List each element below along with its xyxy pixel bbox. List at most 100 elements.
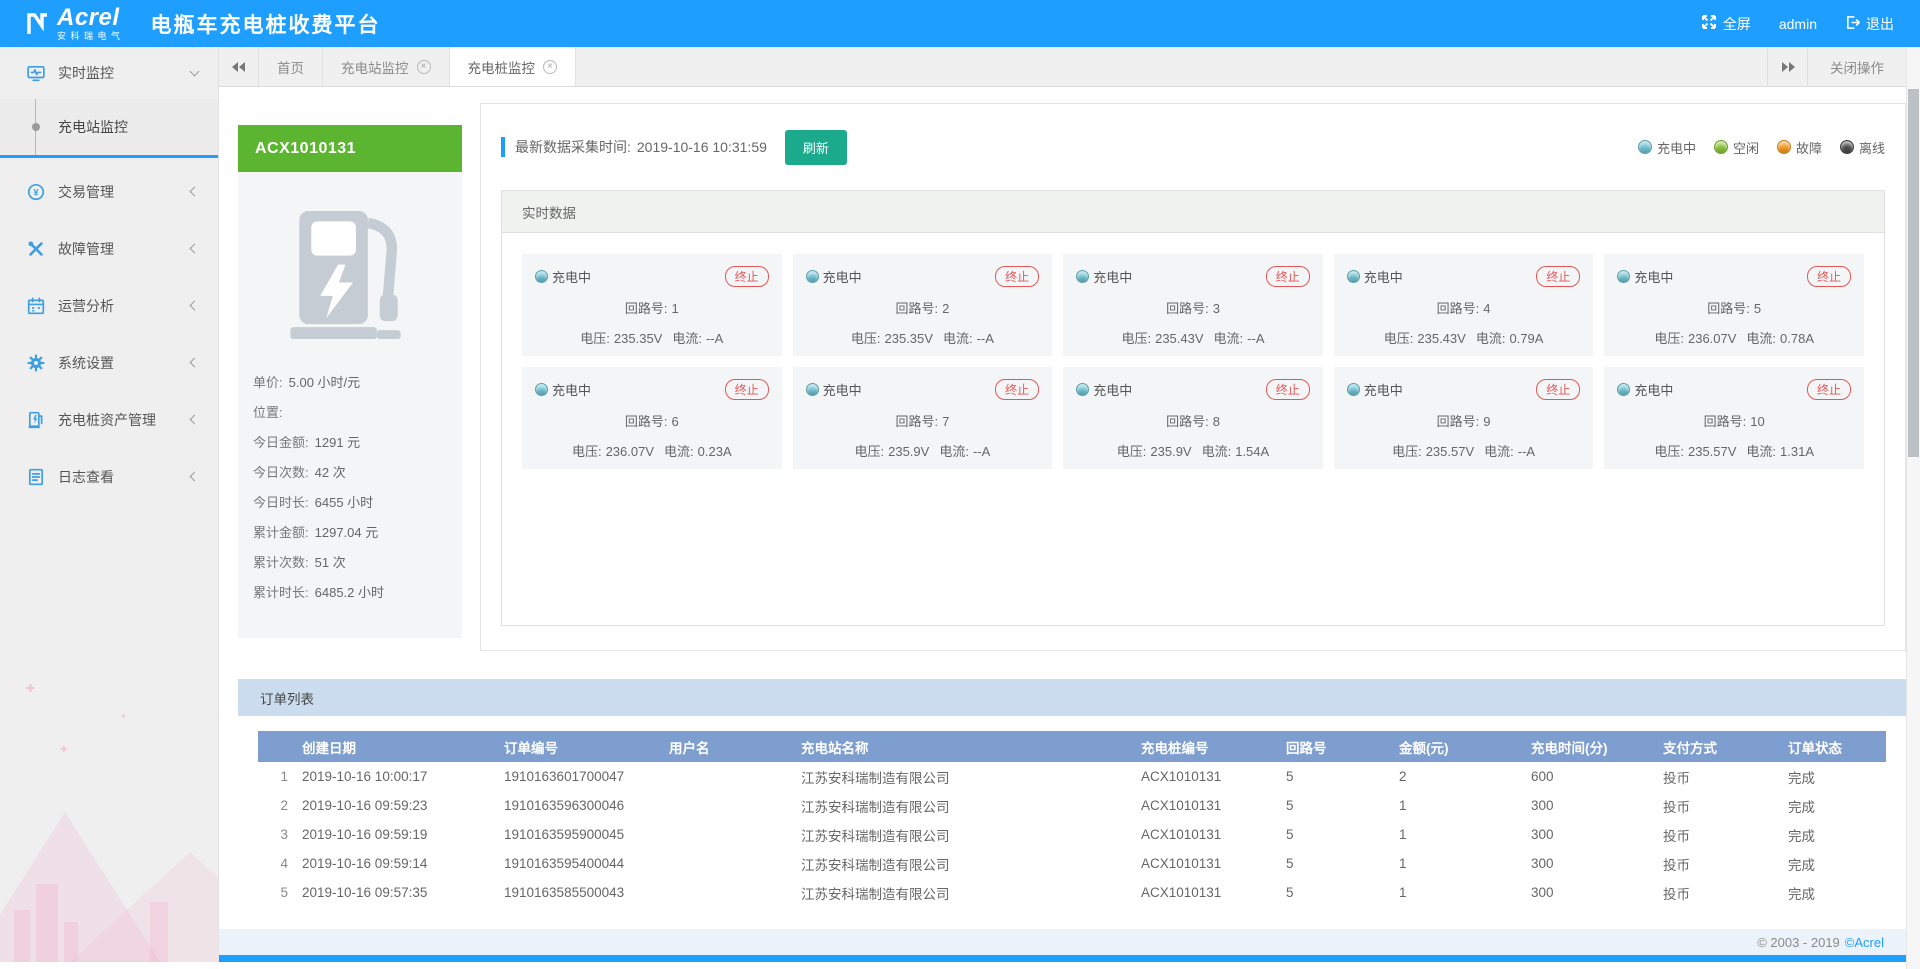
close-operations-label: 关闭操作 [1830, 57, 1884, 77]
sidebar-item-settings[interactable]: 系统设置 [0, 334, 218, 391]
col-pay-method: 支付方式 [1659, 731, 1784, 762]
channel-card-9: 充电中终止 回路号:9 电压:235.57V电流:--A [1334, 367, 1594, 469]
transaction-icon: ¥ [27, 183, 45, 201]
charging-pile-icon [27, 411, 45, 429]
stat-total-duration: 累计时长:6485.2 小时 [253, 578, 447, 608]
user-menu[interactable]: admin [1779, 16, 1817, 32]
terminate-button[interactable]: 终止 [1266, 266, 1310, 287]
chevron-left-icon [190, 187, 200, 197]
active-group-divider [0, 155, 218, 158]
device-card: ACX1010131 [238, 125, 462, 651]
status-dot [1347, 383, 1360, 396]
acrel-logo-mark-icon [26, 11, 50, 37]
status-dot [535, 270, 548, 283]
tab-pile-monitor[interactable]: 充电桩监控 × [450, 47, 577, 86]
legend-offline: 离线 [1840, 138, 1885, 157]
status-dot [1076, 270, 1089, 283]
stat-unit-price: 单价:5.00 小时/元 [253, 368, 447, 398]
col-username: 用户名 [665, 731, 797, 762]
sidebar-item-transactions[interactable]: ¥ 交易管理 [0, 163, 218, 220]
circuit-number: 回路号:3 [1076, 298, 1310, 317]
logout-button[interactable]: 退出 [1845, 14, 1894, 34]
channel-status: 充电中 [1093, 380, 1132, 399]
sidebar: 实时监控 充电站监控 ¥ 交易管理 故障管理 运营分析 [0, 47, 218, 962]
main-content: ACX1010131 [219, 87, 1920, 929]
voltage-current: 电压:235.57V电流:--A [1347, 441, 1581, 460]
terminate-button[interactable]: 终止 [1536, 379, 1580, 400]
tab-home[interactable]: 首页 [259, 47, 323, 86]
calendar-icon [27, 297, 45, 315]
chevron-left-icon [190, 301, 200, 311]
table-row[interactable]: 22019-10-16 09:59:231910163596300046江苏安科… [258, 791, 1886, 820]
terminate-button[interactable]: 终止 [995, 266, 1039, 287]
close-operations-menu[interactable]: 关闭操作 [1807, 47, 1906, 86]
chevron-left-icon [190, 472, 200, 482]
fullscreen-button[interactable]: 全屏 [1701, 14, 1751, 34]
channel-status: 充电中 [823, 267, 862, 286]
acrel-logo: Acrel 安科瑞电气 [26, 6, 125, 41]
channel-status: 充电中 [1093, 267, 1132, 286]
voltage-current: 电压:235.57V电流:1.31A [1617, 441, 1851, 460]
fullscreen-label: 全屏 [1723, 14, 1751, 34]
close-icon[interactable]: × [417, 60, 431, 74]
tab-label: 充电桩监控 [468, 57, 536, 77]
channel-status: 充电中 [552, 380, 591, 399]
fault-tools-icon [27, 240, 45, 258]
realtime-box: 最新数据采集时间: 2019-10-16 10:31:59 刷新 充电中 空闲 … [480, 103, 1906, 651]
orders-table: 创建日期 订单编号 用户名 充电站名称 充电桩编号 回路号 金额(元) 充电时间… [258, 731, 1886, 907]
sidebar-item-faults[interactable]: 故障管理 [0, 220, 218, 277]
status-dot [535, 383, 548, 396]
tab-station-monitor[interactable]: 充电站监控 × [323, 47, 450, 86]
table-row[interactable]: 52019-10-16 09:57:351910163585500043江苏安科… [258, 878, 1886, 907]
col-pile-no: 充电桩编号 [1137, 731, 1282, 762]
terminate-button[interactable]: 终止 [1807, 266, 1851, 287]
voltage-current: 电压:235.35V电流:--A [806, 328, 1040, 347]
terminate-button[interactable]: 终止 [1536, 266, 1580, 287]
channel-status: 充电中 [1634, 267, 1673, 286]
sidebar-subitem-label: 充电站监控 [58, 117, 128, 137]
chevron-left-icon [190, 358, 200, 368]
stat-today-duration: 今日时长:6455 小时 [253, 488, 447, 518]
voltage-current: 电压:236.07V电流:0.23A [535, 441, 769, 460]
channel-card-6: 充电中 终止 回路号:6 电压:236.07V电流:0.23A [522, 367, 782, 469]
channel-status: 充电中 [1364, 267, 1403, 286]
collect-time-value: 2019-10-16 10:31:59 [637, 139, 767, 155]
status-dot [1076, 383, 1089, 396]
voltage-current: 电压:235.43V电流:--A [1076, 328, 1310, 347]
scrollbar-thumb[interactable] [1908, 89, 1919, 457]
brand-link[interactable]: ©Acrel [1845, 935, 1884, 950]
sidebar-item-label: 充电桩资产管理 [58, 410, 191, 430]
circuit-number: 回路号:9 [1347, 411, 1581, 430]
sidebar-item-realtime-monitor[interactable]: 实时监控 [0, 47, 218, 99]
terminate-button[interactable]: 终止 [1266, 379, 1310, 400]
sidebar-item-label: 实时监控 [58, 63, 191, 83]
tabs-scroll-left-button[interactable] [219, 47, 259, 86]
col-charge-time: 充电时间(分) [1527, 731, 1659, 762]
sidebar-item-label: 交易管理 [58, 182, 191, 202]
terminate-button[interactable]: 终止 [725, 266, 769, 287]
legend-charging: 充电中 [1638, 138, 1696, 157]
terminate-button[interactable]: 终止 [1807, 379, 1851, 400]
refresh-button[interactable]: 刷新 [785, 130, 847, 165]
sidebar-item-analysis[interactable]: 运营分析 [0, 277, 218, 334]
stat-location: 位置: [253, 398, 447, 428]
status-legend: 充电中 空闲 故障 离线 [1638, 138, 1885, 157]
sidebar-item-pile-assets[interactable]: 充电桩资产管理 [0, 391, 218, 448]
sidebar-item-logs[interactable]: 日志查看 [0, 448, 218, 505]
table-row[interactable]: 12019-10-16 10:00:171910163601700047江苏安科… [258, 762, 1886, 791]
table-row[interactable]: 42019-10-16 09:59:141910163595400044江苏安科… [258, 849, 1886, 878]
terminate-button[interactable]: 终止 [995, 379, 1039, 400]
voltage-current: 电压:236.07V电流:0.78A [1617, 328, 1851, 347]
circuit-number: 回路号:6 [535, 411, 769, 430]
terminate-button[interactable]: 终止 [725, 379, 769, 400]
sidebar-item-station-monitor[interactable]: 充电站监控 [0, 99, 218, 155]
voltage-current: 电压:235.43V电流:0.79A [1347, 328, 1581, 347]
stat-today-amount: 今日金额:1291 元 [253, 428, 447, 458]
circuit-number: 回路号:10 [1617, 411, 1851, 430]
table-row[interactable]: 32019-10-16 09:59:191910163595900045江苏安科… [258, 820, 1886, 849]
tabs-scroll-right-button[interactable] [1767, 47, 1807, 86]
col-circuit: 回路号 [1282, 731, 1395, 762]
status-dot [806, 383, 819, 396]
close-icon[interactable]: × [543, 60, 557, 74]
vertical-scrollbar[interactable] [1906, 47, 1920, 969]
